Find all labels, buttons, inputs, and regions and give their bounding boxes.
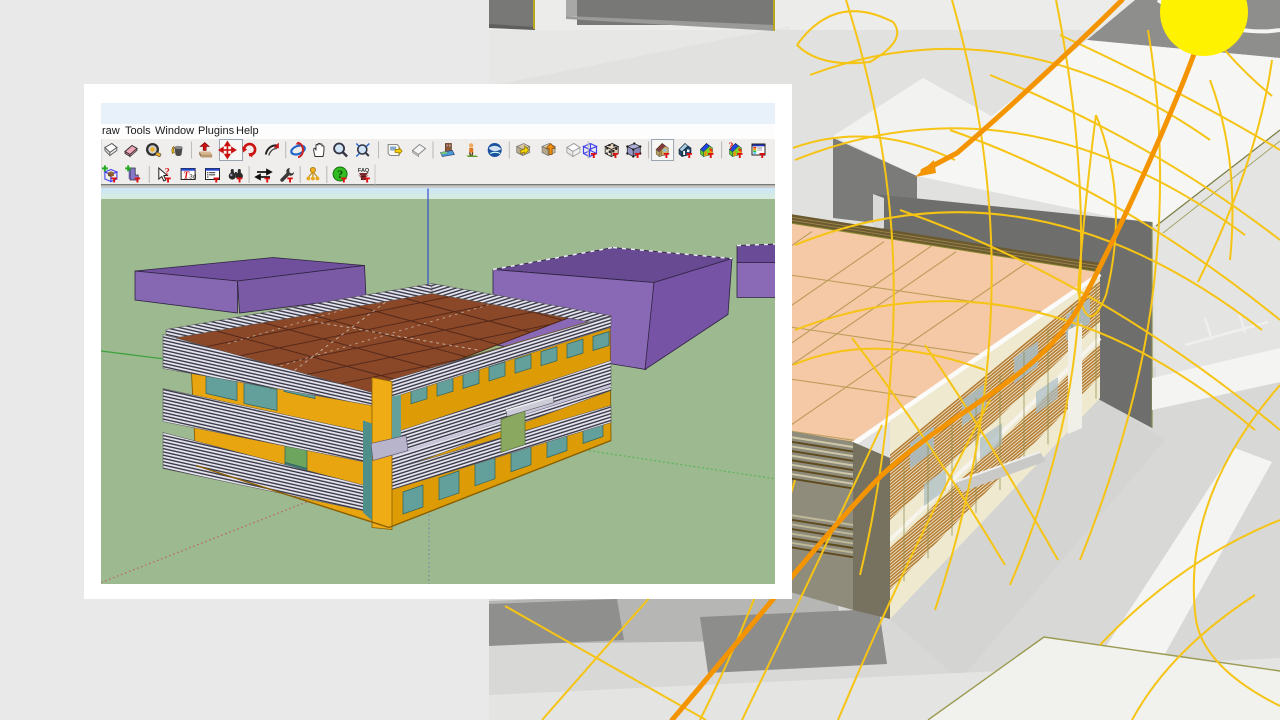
svg-text:?: ? <box>729 142 734 153</box>
svg-text:?: ? <box>165 167 170 178</box>
svg-text:3d: 3d <box>189 174 197 181</box>
